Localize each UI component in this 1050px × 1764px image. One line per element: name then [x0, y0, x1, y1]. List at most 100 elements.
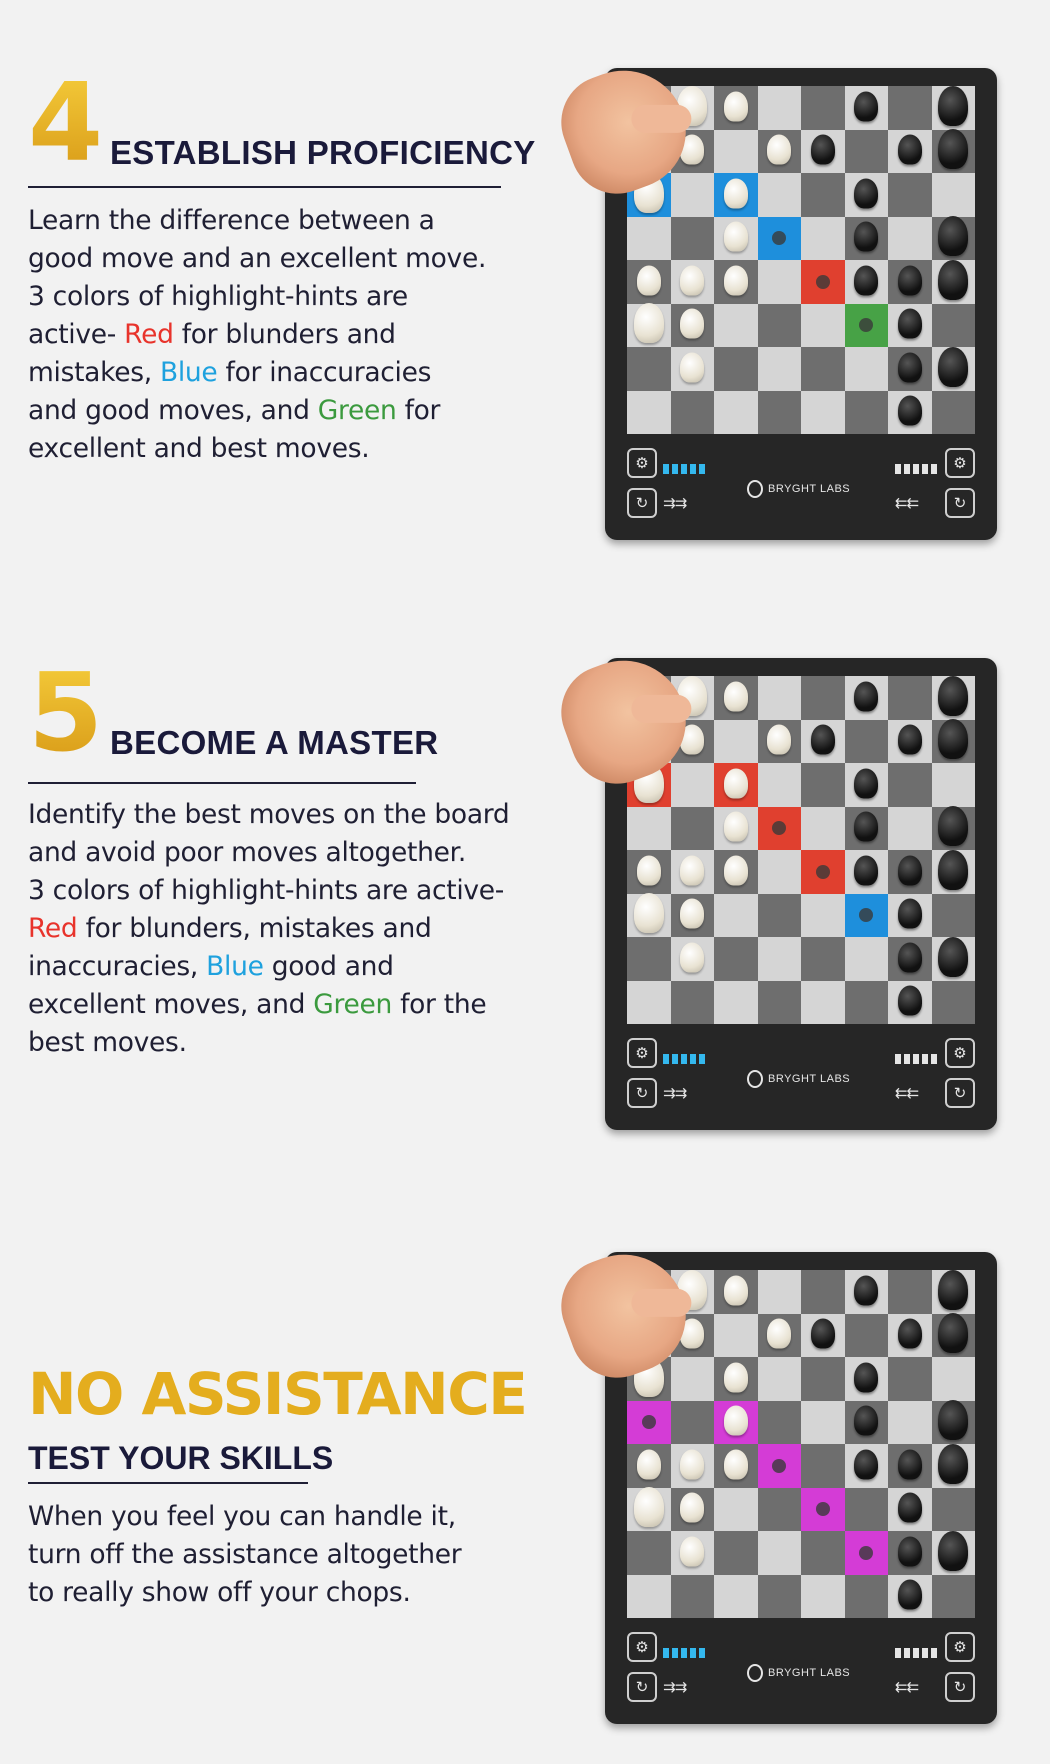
black-piece	[854, 1405, 879, 1436]
white-piece	[680, 1492, 705, 1523]
board-square	[714, 173, 758, 217]
white-piece	[723, 855, 748, 886]
white-piece	[680, 898, 705, 929]
board-square	[931, 1574, 975, 1618]
board-square	[931, 893, 975, 937]
board-square	[801, 980, 845, 1024]
board-square	[670, 763, 714, 807]
undo-icon: ↻	[627, 1078, 657, 1108]
board-square	[757, 216, 801, 260]
white-piece	[633, 1487, 664, 1528]
board-square	[931, 85, 975, 130]
board-square	[757, 806, 801, 850]
board-square	[757, 850, 801, 894]
board-square	[888, 763, 932, 807]
white-piece	[767, 724, 792, 755]
board-square	[801, 937, 845, 981]
board-square	[627, 893, 671, 937]
settings-icon: ⚙	[945, 448, 975, 478]
black-piece	[854, 1362, 879, 1393]
board-square	[844, 1400, 888, 1444]
settings-icon: ⚙	[627, 1038, 657, 1068]
white-piece	[680, 352, 705, 383]
board-square	[670, 173, 714, 217]
board-square	[931, 1530, 975, 1575]
black-piece	[938, 216, 969, 257]
arrows-icon: ⇇⇇	[895, 1084, 919, 1102]
white-piece	[723, 265, 748, 296]
chess-board-image: ⚙ ↻ ⇉⇉ BRYGHT LABS ⚙ ⇇⇇ ↻	[548, 643, 1005, 1140]
board-square	[844, 1313, 888, 1357]
led-indicator	[859, 908, 874, 923]
step-header: 5 BECOME A MASTER	[28, 660, 548, 770]
board-square	[627, 806, 671, 850]
board-square	[888, 303, 932, 347]
board-square	[714, 719, 758, 763]
brand-logo: BRYGHT LABS	[747, 480, 850, 498]
board-square	[670, 1531, 714, 1575]
black-piece	[938, 936, 969, 977]
board-square	[844, 937, 888, 981]
white-piece	[723, 1362, 748, 1393]
black-piece	[897, 352, 922, 383]
board-square	[714, 86, 758, 130]
led-indicator	[859, 318, 874, 333]
board-square	[627, 1400, 671, 1444]
board-square	[888, 86, 932, 130]
board-square	[757, 1444, 801, 1488]
board-square	[714, 216, 758, 260]
white-piece	[723, 1449, 748, 1480]
board-square	[714, 850, 758, 894]
board-square	[714, 390, 758, 434]
board-square	[931, 259, 975, 304]
board-square	[844, 676, 888, 720]
black-piece	[897, 265, 922, 296]
black-piece	[854, 1449, 879, 1480]
board-square	[888, 1531, 932, 1575]
white-piece	[633, 893, 664, 934]
black-piece	[854, 768, 879, 799]
board-square	[888, 173, 932, 217]
black-piece	[854, 811, 879, 842]
board-square	[931, 129, 975, 173]
board-square	[757, 390, 801, 434]
board-square	[844, 1487, 888, 1531]
board-square	[670, 303, 714, 347]
white-piece	[767, 1318, 792, 1349]
black-piece	[897, 1536, 922, 1567]
board-square	[757, 937, 801, 981]
board-square	[801, 719, 845, 763]
black-piece	[938, 1269, 969, 1310]
black-piece	[938, 806, 969, 847]
board-square	[801, 173, 845, 217]
board-square	[714, 980, 758, 1024]
board-square	[888, 1357, 932, 1401]
board-square	[627, 1531, 671, 1575]
section-become-a-master: 5 BECOME A MASTER Identify the best move…	[0, 643, 1050, 1150]
board-square	[931, 303, 975, 347]
battery-icon	[895, 1054, 939, 1064]
board-square	[888, 129, 932, 173]
board-square	[627, 980, 671, 1024]
black-piece	[938, 1400, 969, 1441]
step-description: Learn the difference between a good move…	[28, 205, 487, 464]
brand-logo: BRYGHT LABS	[747, 1664, 850, 1682]
title-underline	[28, 782, 416, 784]
board-square	[627, 216, 671, 260]
black-piece	[810, 724, 835, 755]
board-square	[844, 303, 888, 347]
board-square	[714, 1574, 758, 1618]
board-square	[757, 676, 801, 720]
black-piece	[897, 1579, 922, 1610]
board-square	[757, 347, 801, 391]
settings-icon: ⚙	[627, 1632, 657, 1662]
chess-board-image: ⚙ ↻ ⇉⇉ BRYGHT LABS ⚙ ⇇⇇ ↻	[548, 1237, 1005, 1734]
board-square	[844, 86, 888, 130]
board-square	[888, 347, 932, 391]
black-piece	[897, 395, 922, 426]
board-square	[757, 1574, 801, 1618]
board-square	[801, 129, 845, 173]
black-piece	[897, 1318, 922, 1349]
board-square	[888, 1270, 932, 1314]
board-square	[801, 1574, 845, 1618]
